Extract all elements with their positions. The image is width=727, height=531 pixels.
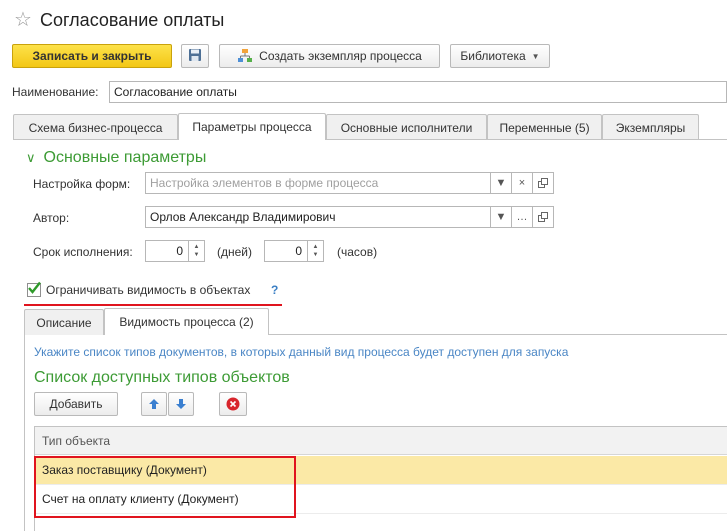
spin-up-icon[interactable]: ▲ — [194, 243, 200, 251]
library-dropdown[interactable]: Библиотека ▼ — [450, 44, 550, 68]
form-settings-open-icon[interactable] — [533, 172, 554, 194]
form-settings-clear-icon[interactable]: × — [512, 172, 533, 194]
checkmark-icon — [28, 281, 41, 294]
create-instance-button[interactable]: Создать экземпляр процесса — [219, 44, 440, 68]
author-select-icon[interactable]: … — [512, 206, 533, 228]
move-up-button[interactable] — [141, 392, 167, 416]
library-label: Библиотека — [460, 49, 526, 63]
spin-down-icon[interactable]: ▼ — [194, 251, 200, 259]
arrow-down-icon — [176, 399, 186, 409]
window-title: Согласование оплаты — [40, 10, 225, 30]
hours-unit-label: (часов) — [337, 245, 378, 259]
help-icon[interactable]: ? — [271, 283, 278, 297]
main-params-header[interactable]: ∨ Основные параметры — [26, 149, 206, 167]
author-open-icon[interactable] — [533, 206, 554, 228]
tab-process-scheme[interactable]: Схема бизнес-процесса — [13, 114, 178, 140]
arrow-up-icon — [149, 399, 159, 409]
delete-button[interactable] — [219, 392, 247, 416]
process-instance-icon — [237, 48, 253, 64]
main-params-title: Основные параметры — [43, 149, 207, 166]
form-settings-dropdown-icon[interactable]: ▼ — [491, 172, 512, 194]
restrict-visibility-checkbox[interactable] — [27, 281, 41, 297]
delete-icon — [226, 397, 240, 411]
tab-instances[interactable]: Экземпляры — [602, 114, 699, 140]
add-button-label: Добавить — [49, 397, 103, 411]
floppy-disk-icon — [188, 48, 202, 65]
deadline-hours-input[interactable]: 0 — [264, 240, 308, 262]
deadline-label: Срок исполнения: — [33, 245, 133, 259]
deadline-days-input[interactable]: 0 — [145, 240, 189, 262]
highlight-box — [34, 456, 296, 518]
days-stepper[interactable]: ▲ ▼ — [189, 240, 205, 262]
tab-main-executors[interactable]: Основные исполнители — [326, 114, 487, 140]
move-down-button[interactable] — [168, 392, 194, 416]
tab-description[interactable]: Описание — [24, 309, 104, 335]
spin-down-icon[interactable]: ▼ — [313, 251, 319, 259]
spin-up-icon[interactable]: ▲ — [313, 243, 319, 251]
save-close-label: Записать и закрыть — [32, 49, 152, 63]
chevron-down-icon: ▼ — [531, 51, 540, 61]
column-header-object-type: Тип объекта — [42, 433, 111, 448]
visibility-hint: Укажите список типов документов, в котор… — [34, 345, 569, 359]
tab-variables[interactable]: Переменные (5) — [487, 114, 602, 140]
tab-divider — [13, 139, 727, 140]
author-label: Автор: — [33, 211, 70, 225]
save-close-button[interactable]: Записать и закрыть — [12, 44, 172, 68]
object-types-title: Список доступных типов объектов — [34, 369, 290, 386]
tab-process-parameters[interactable]: Параметры процесса — [178, 113, 326, 140]
hours-stepper[interactable]: ▲ ▼ — [308, 240, 324, 262]
days-unit-label: (дней) — [217, 245, 252, 259]
create-instance-label: Создать экземпляр процесса — [259, 49, 422, 63]
table-header[interactable]: Тип объекта — [35, 427, 727, 455]
highlight-underline — [24, 304, 282, 306]
name-label: Наименование: — [12, 85, 99, 99]
restrict-visibility-label[interactable]: Ограничивать видимость в объектах — [46, 283, 250, 297]
form-settings-input[interactable]: Настройка элементов в форме процесса — [145, 172, 491, 194]
add-button[interactable]: Добавить — [34, 392, 118, 416]
favorite-star-icon[interactable]: ☆ — [14, 9, 32, 31]
form-settings-label: Настройка форм: — [33, 177, 131, 191]
chevron-down-icon: ∨ — [26, 150, 36, 165]
save-button[interactable] — [181, 44, 209, 68]
tab-process-visibility[interactable]: Видимость процесса (2) — [104, 308, 269, 335]
author-dropdown-icon[interactable]: ▼ — [491, 206, 512, 228]
author-input[interactable]: Орлов Александр Владимирович — [145, 206, 491, 228]
name-input[interactable]: Согласование оплаты — [109, 81, 727, 103]
